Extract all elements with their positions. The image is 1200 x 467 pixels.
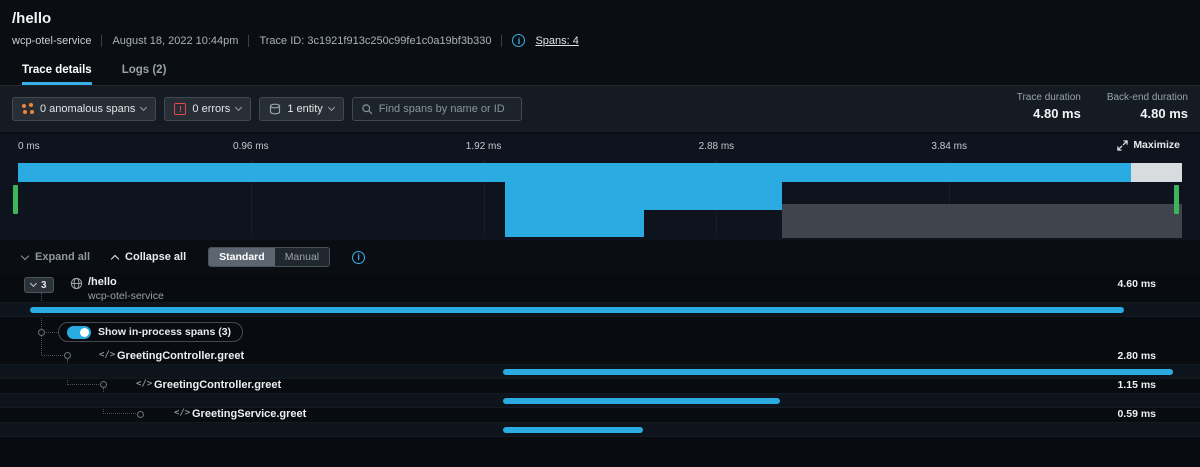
time-ruler: 0 ms 0.96 ms 1.92 ms 2.88 ms 3.84 ms [18,141,1182,154]
code-icon: </> [136,379,153,389]
child-count: 3 [41,279,47,291]
mode-segmented-control: Standard Manual [208,247,331,267]
mode-option-manual[interactable]: Manual [274,248,330,266]
trace-timestamp: August 18, 2022 10:44pm [112,34,239,47]
trace-duration: Trace duration 4.80 ms [1017,92,1081,121]
expand-all-button[interactable]: Expand all [20,251,91,263]
span-bar-lane [0,302,1200,317]
error-icon: ! [174,103,187,115]
search-icon [362,104,373,115]
minimap-chart[interactable] [18,160,1182,238]
maximize-icon [1117,139,1128,151]
tree-controls: Expand all Collapse all Standard Manual … [0,240,1200,274]
entity-icon [270,103,281,115]
span-search-box [351,97,522,121]
expand-all-label: Expand all [35,251,91,263]
chevron-down-icon [29,279,38,288]
span-row[interactable]: </> GreetingController.greet 2.80 ms [0,348,1200,364]
tick-label: 3.84 ms [931,141,967,152]
span-duration: 1.15 ms [1117,379,1156,391]
viewport-handle-right[interactable] [1174,185,1179,214]
span-name: /hello [88,276,117,288]
toggle-switch-icon[interactable] [67,325,91,339]
code-icon: </> [174,408,191,418]
chevron-down-icon [235,103,243,112]
span-duration: 4.60 ms [1117,278,1156,290]
trace-minimap[interactable]: 0 ms 0.96 ms 1.92 ms 2.88 ms 3.84 ms Max… [0,134,1200,240]
span-service: wcp-otel-service [88,290,164,302]
entity-label: 1 entity [287,103,323,115]
anomalous-spans-label: 0 anomalous spans [40,103,136,115]
span-name: GreetingController.greet [154,379,282,391]
info-icon[interactable]: i [352,250,366,264]
viewport-handle-left[interactable] [13,185,18,214]
tree-node [38,329,45,336]
span-duration: 0.59 ms [1117,408,1156,420]
tab-trace-details[interactable]: Trace details [22,56,92,85]
span-bar[interactable] [503,398,781,404]
service-name: wcp-otel-service [12,34,92,47]
divider [101,34,103,47]
trace-viewer: /hello wcp-otel-service August 18, 2022 … [0,0,1200,467]
tab-bar: Trace details Logs (2) [0,56,1200,86]
chevron-up-icon [110,254,120,263]
divider [501,34,503,47]
code-icon: </> [99,350,116,360]
search-input[interactable] [378,103,513,115]
mode-option-standard[interactable]: Standard [209,248,275,266]
entity-filter-button[interactable]: 1 entity [259,97,344,121]
anomaly-dots-icon [22,103,34,115]
span-bar[interactable] [503,427,644,433]
errors-filter-button[interactable]: ! 0 errors [164,97,252,121]
minimap-self-time-bar [781,204,1182,238]
backend-duration-label: Back-end duration [1106,92,1188,103]
trace-meta: wcp-otel-service August 18, 2022 10:44pm… [12,34,579,47]
trace-duration-label: Trace duration [1016,92,1081,103]
tick-label: 0 ms [18,141,40,152]
collapse-all-button[interactable]: Collapse all [110,251,187,263]
maximize-button[interactable]: Maximize [1117,139,1180,151]
trace-duration-value: 4.80 ms [1033,106,1081,121]
tab-logs[interactable]: Logs (2) [122,56,167,85]
chevron-down-icon [140,103,148,112]
toggle-label: Show in-process spans (3) [98,326,232,338]
span-row[interactable]: </> GreetingService.greet 0.59 ms [0,406,1200,422]
minimap-child-span-bar [504,210,645,237]
span-bar[interactable] [503,369,1173,375]
collapse-all-label: Collapse all [125,251,187,263]
span-duration: 2.80 ms [1117,350,1156,362]
minimap-root-span-tail [1130,163,1182,182]
span-row[interactable]: </> GreetingController.greet 1.15 ms [0,377,1200,393]
chevron-down-icon [20,251,30,260]
span-name: GreetingController.greet [117,350,245,362]
divider [248,34,250,47]
span-bar-root[interactable] [29,307,1124,313]
page-title: /hello [12,10,52,27]
info-icon[interactable]: i [512,34,526,47]
tick-label: 1.92 ms [465,141,502,152]
spans-count-link[interactable]: Spans: 4 [535,35,578,47]
trace-id: Trace ID: 3c1921f913c250c99fe1c0a19bf3b3… [259,34,492,47]
errors-label: 0 errors [192,103,231,115]
chevron-down-icon [327,103,335,112]
anomalous-spans-filter-button[interactable]: 0 anomalous spans [12,97,157,121]
minimap-root-span-bar [18,163,1131,182]
backend-duration: Back-end duration 4.80 ms [1107,92,1188,121]
span-row-root[interactable]: 3 /hello wcp-otel-service 4.60 ms [0,274,1200,302]
span-bar-lane [0,422,1200,437]
tick-label: 0.96 ms [233,141,269,152]
globe-icon [70,277,83,290]
backend-duration-value: 4.80 ms [1140,106,1188,121]
span-waterfall: 3 /hello wcp-otel-service 4.60 ms Show i… [0,274,1200,467]
tick-label: 2.88 ms [698,141,735,152]
minimap-child-span-bar [504,182,782,210]
maximize-label: Maximize [1133,139,1180,151]
duration-summary: Trace duration 4.80 ms Back-end duration… [1017,92,1188,121]
span-name: GreetingService.greet [192,408,307,420]
in-process-spans-toggle[interactable]: Show in-process spans (3) [58,322,244,342]
collapse-children-chip[interactable]: 3 [24,277,54,293]
